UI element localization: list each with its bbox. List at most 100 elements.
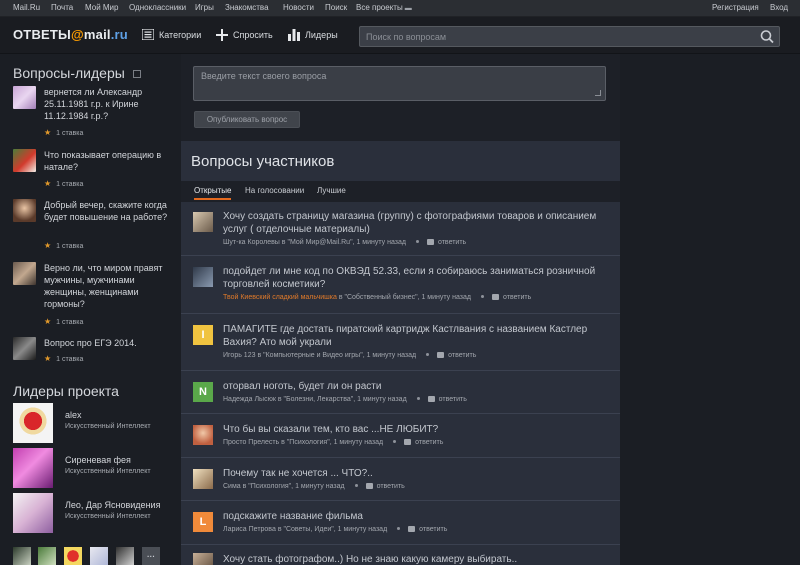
resize-handle-icon[interactable]	[595, 90, 601, 96]
portal-link-ok[interactable]: Одноклассники	[129, 3, 186, 12]
leader-name[interactable]: Лео, Дар Ясновидения	[65, 500, 160, 510]
question-author[interactable]: Просто Прелесть	[223, 439, 279, 446]
info-icon[interactable]	[132, 70, 141, 79]
leader-thumbnail[interactable]	[90, 547, 108, 565]
answer-link[interactable]: ответить	[492, 294, 531, 301]
question-link[interactable]: подойдет ли мне код по ОКВЭД 52.33, если…	[223, 265, 613, 291]
question-author[interactable]: Лариса Петрова	[223, 526, 276, 533]
top-question-item[interactable]: Что показывает операцию в натале? ★ 1 ста…	[13, 149, 173, 189]
user-avatar[interactable]	[13, 86, 36, 109]
top-question-item[interactable]: Верно ли, что миром правят мужчины, мужч…	[13, 262, 173, 326]
question-category[interactable]: в "Мой Мир@Mail.Ru"	[282, 239, 353, 246]
logo[interactable]: ОТВЕТЫ@mail.ru	[13, 27, 128, 42]
portal-link-games[interactable]: Игры	[195, 3, 214, 12]
question-link[interactable]: подскажите название фильма	[223, 510, 613, 523]
question-author[interactable]: Твой Киевский сладкий мальчишка	[223, 294, 337, 301]
comment-icon	[365, 483, 373, 490]
leader-thumbnail[interactable]	[64, 547, 82, 565]
user-avatar[interactable]: N	[193, 382, 213, 402]
leader-item[interactable]: alex Искусственный Интеллект	[13, 403, 173, 443]
top-question-text[interactable]: Вопрос про ЕГЭ 2014.	[44, 337, 179, 349]
leader-thumbnail[interactable]	[13, 547, 31, 565]
tab-best[interactable]: Лучшие	[317, 186, 346, 195]
publish-question-button[interactable]: Опубликовать вопрос	[194, 111, 300, 128]
ask-question-input[interactable]	[194, 67, 605, 100]
tab-open[interactable]: Открытые	[194, 186, 232, 200]
question-category[interactable]: в "Психология"	[281, 439, 330, 446]
answer-link[interactable]: ответить	[426, 239, 466, 246]
top-question-text[interactable]: Что показывает операцию в натале?	[44, 149, 179, 173]
nav-leaders[interactable]: Лидеры	[288, 29, 338, 41]
portal-link-register[interactable]: Регистрация	[712, 3, 759, 12]
top-question-text[interactable]: вернется ли Александр 25.11.1981 г.р. к …	[44, 86, 179, 122]
portal-link-dating[interactable]: Знакомства	[225, 3, 269, 12]
question-link[interactable]: оторвал ноготь, будет ли он расти	[223, 380, 613, 393]
user-avatar[interactable]: I	[193, 325, 213, 345]
user-avatar[interactable]	[193, 553, 213, 565]
answer-link[interactable]: ответить	[437, 352, 476, 359]
leader-avatar[interactable]	[13, 403, 53, 443]
question-link[interactable]: ПАМАГИТЕ где достать пиратский картридж …	[223, 323, 613, 349]
leader-name[interactable]: Сиреневая фея	[65, 455, 131, 465]
leader-thumbnail[interactable]	[116, 547, 134, 565]
question-category[interactable]: в "Советы, Идеи"	[278, 526, 334, 533]
tab-voting[interactable]: На голосовании	[245, 186, 304, 195]
user-avatar[interactable]	[193, 267, 213, 287]
user-avatar[interactable]	[193, 469, 213, 489]
leader-name[interactable]: alex	[65, 410, 82, 420]
search-input[interactable]	[366, 29, 746, 44]
answer-link[interactable]: ответить	[365, 483, 405, 490]
user-avatar[interactable]	[13, 199, 36, 222]
portal-link-mail[interactable]: Почта	[51, 3, 73, 12]
user-avatar[interactable]	[193, 425, 213, 445]
top-question-text[interactable]: Верно ли, что миром правят мужчины, мужч…	[44, 262, 179, 310]
question-author[interactable]: Шут-ка Короле­вы	[223, 239, 280, 246]
leader-item[interactable]: Лео, Дар Ясновидения Искусственный Интел…	[13, 493, 173, 533]
star-icon: ★	[44, 241, 52, 250]
question-link[interactable]: Хочу создать страницу магазина (группу) …	[223, 210, 613, 236]
leader-avatar[interactable]	[13, 493, 53, 533]
user-avatar[interactable]: L	[193, 512, 213, 532]
top-question-item[interactable]: Вопрос про ЕГЭ 2014. ★ 1 ставка	[13, 337, 173, 367]
question-row: N оторвал ноготь, будет ли он расти Наде…	[181, 372, 620, 414]
user-avatar[interactable]	[13, 337, 36, 360]
user-avatar[interactable]	[13, 149, 36, 172]
answer-link[interactable]: ответить	[427, 396, 467, 403]
question-link[interactable]: Что бы вы сказали тем, кто вас ...НЕ ЛЮБ…	[223, 423, 613, 436]
leader-thumbnail[interactable]	[38, 547, 56, 565]
separator-dot	[397, 527, 401, 531]
portal-link-news[interactable]: Новости	[283, 3, 314, 12]
answer-link[interactable]: ответить	[408, 526, 447, 533]
search-icon[interactable]	[759, 29, 775, 44]
top-question-item[interactable]: вернется ли Александр 25.11.1981 г.р. к …	[13, 86, 173, 137]
nav-ask[interactable]: Спросить	[216, 29, 273, 41]
comment-icon	[492, 294, 499, 301]
user-avatar[interactable]	[13, 262, 36, 285]
question-link[interactable]: Почему так не хочется ... ЧТО?..	[223, 467, 613, 480]
question-category[interactable]: в "Собственный бизнес"	[339, 294, 418, 301]
question-author[interactable]: Сима	[223, 483, 241, 490]
portal-link-search[interactable]: Поиск	[325, 3, 347, 12]
question-category[interactable]: в "Болезни, Лекарства"	[278, 396, 353, 403]
portal-link-login[interactable]: Вход	[770, 3, 788, 12]
chevron-down-icon: ▬	[404, 5, 412, 12]
question-category[interactable]: в "Компьютерные и Видео игры"	[257, 352, 362, 359]
leader-avatar[interactable]	[13, 448, 53, 488]
question-author[interactable]: Игорь 123	[223, 352, 256, 359]
top-question-text[interactable]: Добрый вечер, скажите когда будет повыше…	[44, 199, 179, 223]
question-meta: Твой Киевский сладкий мальчишка в "Собст…	[223, 294, 532, 301]
user-avatar[interactable]	[193, 212, 213, 232]
main-content: Опубликовать вопрос Вопросы участников О…	[181, 54, 620, 565]
nav-categories[interactable]: Категории	[142, 29, 201, 40]
question-category[interactable]: в "Психология"	[243, 483, 292, 490]
question-link[interactable]: Хочу стать фотографом..) Но не знаю каку…	[223, 553, 613, 565]
portal-link-mailru[interactable]: Mail.Ru	[13, 3, 40, 12]
portal-link-moymir[interactable]: Мой Мир	[85, 3, 118, 12]
top-question-item[interactable]: Добрый вечер, скажите когда будет повыше…	[13, 199, 173, 250]
more-leaders-button[interactable]: ···	[142, 547, 160, 565]
leader-item[interactable]: Сиреневая фея Искусственный Интеллект	[13, 448, 173, 488]
answer-link[interactable]: ответить	[404, 439, 443, 446]
question-author[interactable]: Надежда Лысюк	[223, 396, 276, 403]
portal-link-all-projects[interactable]: Все проекты ▬	[356, 3, 412, 12]
list-icon	[142, 29, 154, 40]
